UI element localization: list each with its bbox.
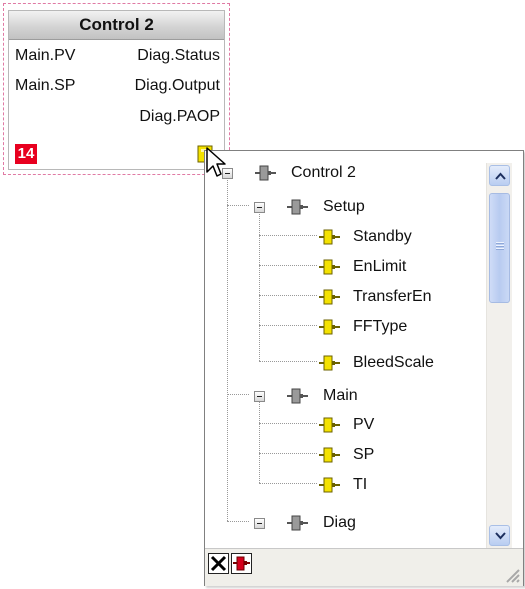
- tree-leaf-standby[interactable]: Standby: [205, 222, 485, 252]
- tree-leaf-label: BleedScale: [353, 354, 434, 371]
- block-execution-number: 14: [15, 144, 37, 164]
- tree-leaf-label: FFType: [353, 318, 408, 335]
- tree-leaf-label: TransferEn: [353, 288, 432, 305]
- block-output-diag-status[interactable]: Diag.Status: [137, 47, 220, 65]
- yellow-connector-icon: [319, 229, 340, 245]
- chevron-down-icon: [495, 532, 506, 540]
- tree-leaf-label: TI: [353, 476, 368, 493]
- block-input-main-sp[interactable]: Main.SP: [15, 77, 75, 95]
- tree-node-label: Control 2: [291, 164, 356, 181]
- tree-leaf-ti[interactable]: TI: [205, 470, 485, 500]
- collapse-toggle-icon[interactable]: [254, 391, 265, 402]
- tree-leaf-enlimit[interactable]: EnLimit: [205, 252, 485, 282]
- tree-leaf-bleedscale[interactable]: BleedScale: [205, 348, 485, 378]
- tree-leaf-transferen[interactable]: TransferEn: [205, 282, 485, 312]
- tree-node-label: Main: [323, 387, 358, 404]
- tree-node-root[interactable]: Control 2: [205, 158, 485, 188]
- tree-node-diag[interactable]: Diag: [205, 508, 485, 538]
- block-input-main-pv[interactable]: Main.PV: [15, 47, 75, 65]
- tree-node-label: Diag: [323, 514, 356, 531]
- tree-leaf-fftype[interactable]: FFType: [205, 312, 485, 342]
- resize-grip-icon[interactable]: [502, 565, 520, 583]
- popup-bottom-bar: [205, 548, 523, 586]
- block-output-diag-paop[interactable]: Diag.PAOP: [139, 108, 220, 126]
- yellow-connector-icon: [319, 477, 340, 493]
- tree-leaf-label: EnLimit: [353, 258, 407, 275]
- yellow-connector-icon: [319, 259, 340, 275]
- grey-connector-icon: [255, 165, 276, 181]
- collapse-toggle-icon[interactable]: [254, 518, 265, 529]
- mouse-pointer-icon: [206, 147, 226, 177]
- tree-node-setup[interactable]: Setup: [205, 192, 485, 222]
- block-output-diag-output[interactable]: Diag.Output: [135, 77, 220, 95]
- yellow-connector-icon: [319, 289, 340, 305]
- tree-leaf-pv[interactable]: PV: [205, 410, 485, 440]
- grey-connector-icon: [287, 199, 308, 215]
- tree-leaf-sp[interactable]: SP: [205, 440, 485, 470]
- collapse-toggle-icon[interactable]: [254, 202, 265, 213]
- block-title: Control 2: [9, 11, 224, 40]
- yellow-connector-icon: [319, 319, 340, 335]
- tree-leaf-label: Standby: [353, 228, 412, 245]
- tree-leaf-label: PV: [353, 416, 375, 433]
- function-block[interactable]: Control 2 Main.PV Main.SP Diag.Status Di…: [8, 10, 225, 170]
- yellow-connector-icon: [319, 355, 340, 371]
- scroll-up-button[interactable]: [489, 165, 510, 186]
- vertical-scrollbar[interactable]: [486, 163, 512, 549]
- yellow-connector-icon: [319, 447, 340, 463]
- chevron-up-icon: [495, 172, 506, 180]
- close-button[interactable]: [208, 553, 229, 574]
- disconnect-button[interactable]: [231, 553, 252, 574]
- connection-tree-popup: Control 2 Setup Standby EnLimit Transfer…: [204, 150, 524, 586]
- scroll-thumb[interactable]: [489, 193, 510, 303]
- tree-view: Control 2 Setup Standby EnLimit Transfer…: [205, 151, 487, 541]
- scroll-down-button[interactable]: [489, 525, 510, 546]
- grey-connector-icon: [287, 515, 308, 531]
- tree-node-main[interactable]: Main: [205, 381, 485, 411]
- grey-connector-icon: [287, 388, 308, 404]
- close-x-icon: [210, 555, 227, 572]
- red-connector-icon: [233, 556, 250, 571]
- yellow-connector-icon: [319, 417, 340, 433]
- tree-leaf-label: SP: [353, 446, 375, 463]
- tree-node-label: Setup: [323, 198, 365, 215]
